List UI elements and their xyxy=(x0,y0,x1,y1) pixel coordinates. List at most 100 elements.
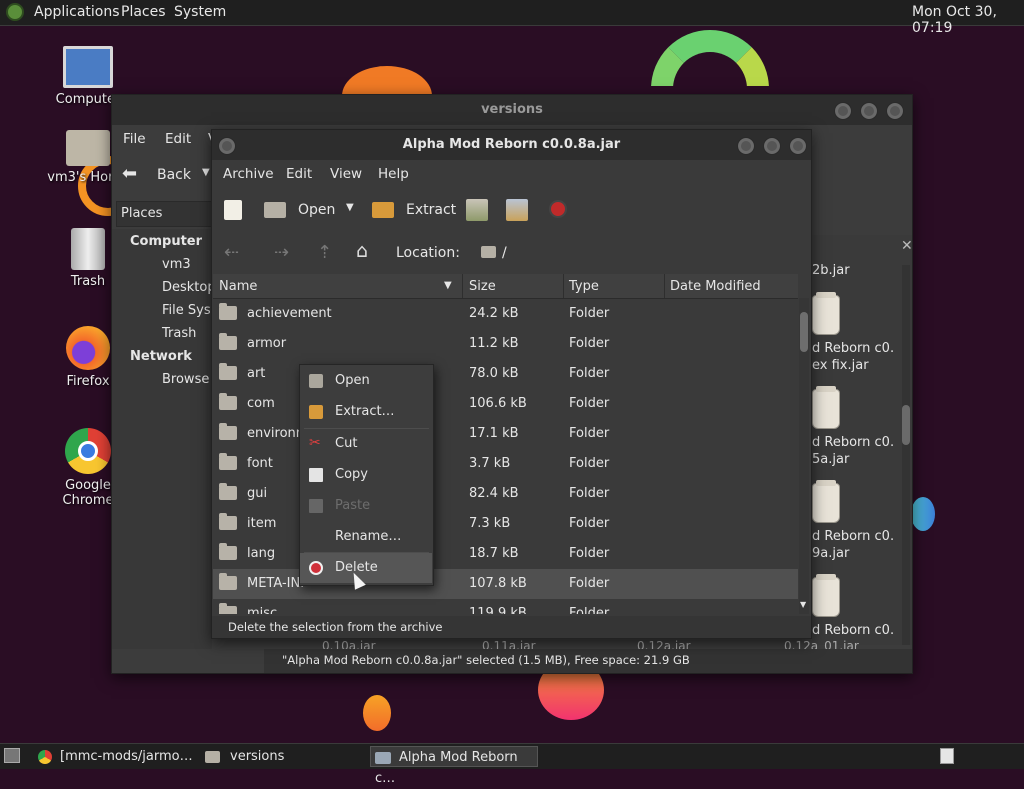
back-arrow-icon[interactable]: ⇠ xyxy=(224,242,239,263)
menu-item-delete[interactable]: Delete xyxy=(300,553,432,583)
table-row[interactable]: achievement 24.2 kB Folder xyxy=(213,299,798,329)
sidebar-item-label: Browse Network xyxy=(162,372,212,387)
menu-file[interactable]: File xyxy=(123,131,146,147)
desktop-icon-label: Google Chrome xyxy=(62,478,114,508)
archive-titlebar[interactable]: Alpha Mod Reborn c0.0.8a.jar xyxy=(212,130,811,160)
maximize-button[interactable] xyxy=(763,137,781,155)
table-row[interactable]: armor 11.2 kB Folder xyxy=(213,329,798,359)
versions-titlebar[interactable]: versions xyxy=(112,95,912,125)
row-name: gui xyxy=(247,486,268,501)
minimize-button[interactable] xyxy=(834,102,852,120)
row-size: 17.1 kB xyxy=(469,426,519,441)
show-desktop-icon[interactable] xyxy=(4,748,20,763)
teal-blob xyxy=(911,497,935,531)
taskbar-item-archive-active[interactable]: Alpha Mod Reborn c… xyxy=(370,746,538,786)
sidebar-item-filesystem[interactable]: File System xyxy=(140,303,212,323)
mate-logo-icon[interactable] xyxy=(6,3,24,21)
minimize-button[interactable] xyxy=(737,137,755,155)
sidebar-item-trash[interactable]: Trash xyxy=(140,326,212,346)
extract-icon xyxy=(372,202,394,218)
up-arrow-icon[interactable]: ⇡ xyxy=(317,242,332,263)
menu-view[interactable]: View xyxy=(330,166,362,182)
open-button[interactable]: Open xyxy=(264,198,354,222)
menu-item-open[interactable]: Open xyxy=(300,366,432,396)
new-archive-icon[interactable] xyxy=(224,200,242,220)
close-button[interactable] xyxy=(886,102,904,120)
file-label: 2b.jar xyxy=(812,263,850,278)
taskbar-label: versions xyxy=(230,749,285,764)
column-header-date[interactable]: Date Modified xyxy=(665,274,798,298)
menu-edit[interactable]: Edit xyxy=(165,131,191,147)
folder-icon xyxy=(219,303,237,320)
menu-item-rename[interactable]: Rename… xyxy=(300,522,432,552)
row-size: 24.2 kB xyxy=(469,306,519,321)
menu-archive[interactable]: Archive xyxy=(223,166,274,182)
row-size: 78.0 kB xyxy=(469,366,519,381)
maximize-button[interactable] xyxy=(860,102,878,120)
add-files-icon[interactable] xyxy=(466,199,488,221)
row-type: Folder xyxy=(569,456,610,471)
stop-icon[interactable] xyxy=(549,200,567,218)
vertical-scrollbar[interactable] xyxy=(902,265,910,645)
close-button[interactable] xyxy=(789,137,807,155)
row-name: art xyxy=(247,366,266,381)
workspace-switcher[interactable] xyxy=(940,748,954,764)
sidebar-heading-computer: Computer xyxy=(130,234,203,249)
close-tab-icon[interactable]: ✕ xyxy=(901,238,912,254)
jar-file-icon[interactable] xyxy=(812,574,840,617)
status-text: "Alpha Mod Reborn c0.0.8a.jar" selected … xyxy=(282,653,690,667)
scrollbar-thumb[interactable] xyxy=(800,312,808,352)
dropdown-arrow-icon: ▼ xyxy=(202,167,210,178)
jar-file-icon[interactable] xyxy=(812,386,840,429)
menu-item-extract[interactable]: Extract… xyxy=(300,397,432,427)
menu-item-copy[interactable]: Copy xyxy=(300,460,432,490)
file-label: d Reborn c0. xyxy=(812,341,895,356)
column-header-type[interactable]: Type xyxy=(564,274,665,298)
vertical-scrollbar[interactable]: ▼ xyxy=(799,298,809,614)
archive-manager-icon xyxy=(375,751,391,764)
window-title: versions xyxy=(481,102,543,117)
table-row[interactable]: misc 119.9 kB Folder xyxy=(213,599,798,614)
location-path[interactable]: / xyxy=(502,245,507,261)
jar-file-icon[interactable] xyxy=(812,292,840,335)
status-bar: "Alpha Mod Reborn c0.0.8a.jar" selected … xyxy=(264,649,912,673)
menu-applications[interactable]: Applications xyxy=(34,4,120,20)
scrollbar-thumb[interactable] xyxy=(902,405,910,445)
file-icon-view[interactable]: ✕ 2b.jar d Reborn c0. ex fix.jar d Rebor… xyxy=(812,235,912,645)
taskbar-item-chrome[interactable]: [mmc-mods/jarmo… xyxy=(38,746,198,767)
sidebar-item-desktop[interactable]: Desktop xyxy=(140,280,212,300)
menu-item-cut[interactable]: ✂ Cut xyxy=(300,429,432,459)
extract-button[interactable]: Extract xyxy=(372,198,456,222)
home-icon[interactable]: ⌂ xyxy=(356,240,368,262)
taskbar-label: Alpha Mod Reborn c… xyxy=(375,750,518,786)
sidebar-item-browse-network[interactable]: Browse Network xyxy=(140,372,212,392)
scroll-down-icon[interactable]: ▼ xyxy=(800,600,806,609)
context-menu: Open Extract… ✂ Cut Copy Paste Rename… De… xyxy=(299,364,434,586)
forward-arrow-icon[interactable]: ⇢ xyxy=(274,242,289,263)
file-label: ex fix.jar xyxy=(812,358,869,373)
open-dropdown-icon[interactable]: ▼ xyxy=(346,202,354,213)
menu-help[interactable]: Help xyxy=(378,166,409,182)
folder-icon xyxy=(219,453,237,470)
column-header-name[interactable]: Name ▼ xyxy=(213,274,463,298)
menu-system[interactable]: System xyxy=(174,4,226,20)
column-header-size[interactable]: Size xyxy=(463,274,564,298)
menu-edit[interactable]: Edit xyxy=(286,166,312,182)
jar-file-icon[interactable] xyxy=(812,480,840,523)
sidebar-item-label: Desktop xyxy=(162,280,212,295)
menu-item-label: Paste xyxy=(335,498,371,513)
taskbar-item-versions[interactable]: versions xyxy=(205,746,365,767)
sidebar-item-vm3[interactable]: vm3 xyxy=(140,257,212,277)
menu-places[interactable]: Places xyxy=(121,4,166,20)
places-selector[interactable]: Places xyxy=(116,201,212,227)
row-name: misc xyxy=(247,606,278,614)
extract-label: Extract xyxy=(406,202,457,218)
row-type: Folder xyxy=(569,576,610,591)
row-type: Folder xyxy=(569,516,610,531)
window-menu-button[interactable] xyxy=(218,137,236,155)
clock[interactable]: Mon Oct 30, 07:19 xyxy=(912,4,1024,36)
menu-item-paste[interactable]: Paste xyxy=(300,491,432,521)
row-name: achievement xyxy=(247,306,332,321)
window-title: Alpha Mod Reborn c0.0.8a.jar xyxy=(402,137,621,152)
add-folder-icon[interactable] xyxy=(506,199,528,221)
